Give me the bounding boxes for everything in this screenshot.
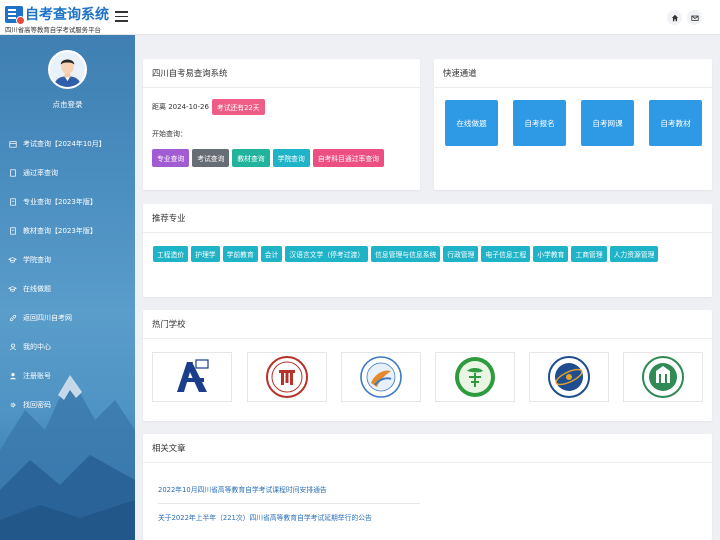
sidebar-item-label: 我的中心 [23,342,51,351]
school-logo-1[interactable] [152,352,232,402]
sidebar-item-forgot-password[interactable]: 找回密码 [0,390,135,419]
article-link[interactable]: 关于2022年上半年（221次）四川省高等教育自学考试延期举行的公告 [158,512,698,522]
related-articles-title: 相关文章 [143,434,712,463]
sidebar-item-online-practice[interactable]: 在线做题 [0,274,135,303]
major-tag[interactable]: 工程造价 [153,246,189,262]
pass-rate-query-button[interactable]: 自考科目通过率查询 [312,149,384,167]
sidebar-nav: 考试查询【2024年10月】 通过率查询 专业查询【2023年版】 教材查询【2… [0,129,135,419]
start-query-label: 开始查询： [152,130,187,138]
sidebar-item-label: 考试查询【2024年10月】 [23,139,106,148]
major-query-button[interactable]: 专业查询 [152,149,190,167]
exam-date-text: 距离 2024-10-26 [152,103,209,111]
recommended-majors-card: 推荐专业 工程造价 护理学 学前教育 会计 汉语言文学（停考过渡） 信息管理与信息系统 行政… [143,204,712,297]
sidebar-item-label: 教材查询【2023年版】 [23,226,97,235]
sidebar-item-register[interactable]: 注册账号 [0,361,135,390]
major-tag[interactable]: 人力资源管理 [609,246,659,262]
exam-query-button[interactable]: 考试查询 [192,149,230,167]
mail-icon[interactable] [687,10,702,25]
site-title: 自考查询系统 [25,7,109,23]
sidebar-item-major-query[interactable]: 专业查询【2023年版】 [0,187,135,216]
divider [158,503,420,504]
sidebar-item-label: 注册账号 [23,371,51,380]
sidebar-item-label: 通过率查询 [23,168,58,177]
site-subtitle: 四川省高等教育自学考试服务平台 [5,26,101,34]
popular-schools-card: 热门学校 [143,310,712,421]
sidebar-item-textbook-query[interactable]: 教材查询【2023年版】 [0,216,135,245]
countdown-badge: 考试还有22天 [211,99,265,115]
document-icon [8,226,17,235]
majors-list: 工程造价 护理学 学前教育 会计 汉语言文学（停考过渡） 信息管理与信息系统 行政管理 电子信… [153,246,713,266]
school-logo-3[interactable] [341,352,421,402]
calendar-icon [8,139,17,148]
major-tag[interactable]: 学前教育 [222,246,258,262]
menu-toggle-icon[interactable] [115,11,128,22]
sidebar-item-return-site[interactable]: 返回四川自考网 [0,303,135,332]
sidebar-item-label: 返回四川自考网 [23,313,72,322]
graduation-cap-icon [8,255,17,264]
school-logo-5[interactable] [529,352,609,402]
sidebar: 点击登录 考试查询【2024年10月】 通过率查询 专业查询【2023年版】 教… [0,35,135,540]
gear-icon [8,400,17,409]
quick-channel-card: 快速通道 在线做题 自考报名 自考网课 自考教材 [434,59,712,190]
quick-channel-title: 快速通道 [434,59,712,88]
sidebar-item-label: 在线做题 [23,284,51,293]
sidebar-item-label: 找回密码 [23,400,51,409]
popular-schools-title: 热门学校 [143,310,712,339]
related-articles-card: 相关文章 2022年10月四川省高等教育自学考试课程时间安排通告 关于2022年… [143,434,712,540]
exam-registration-button[interactable]: 自考报名 [513,100,566,146]
sidebar-item-my-center[interactable]: 我的中心 [0,332,135,361]
major-tag[interactable]: 行政管理 [443,246,479,262]
major-tag[interactable]: 工商管理 [571,246,607,262]
sidebar-item-label: 专业查询【2023年版】 [23,197,97,206]
major-tag[interactable]: 电子信息工程 [481,246,531,262]
textbook-button[interactable]: 自考教材 [649,100,702,146]
college-query-button[interactable]: 学院查询 [272,149,310,167]
document-icon [8,168,17,177]
school-logo-6[interactable] [623,352,703,402]
link-icon [8,313,17,322]
query-card-title: 四川自考易查询系统 [143,59,420,88]
online-practice-button[interactable]: 在线做题 [445,100,498,146]
major-tag[interactable]: 护理学 [191,246,220,262]
school-logo-2[interactable] [247,352,327,402]
logo-icon [5,5,25,25]
online-course-button[interactable]: 自考网课 [581,100,634,146]
avatar[interactable] [48,50,87,89]
major-tag[interactable]: 信息管理与信息系统 [371,246,441,262]
user-icon [8,342,17,351]
major-tag[interactable]: 会计 [260,246,283,262]
sidebar-item-college-query[interactable]: 学院查询 [0,245,135,274]
user-icon [8,371,17,380]
graduation-cap-icon [8,284,17,293]
major-tag[interactable]: 汉语言文学（停考过渡） [285,246,369,262]
home-icon[interactable] [667,10,682,25]
sidebar-item-label: 学院查询 [23,255,51,264]
sidebar-item-pass-rate[interactable]: 通过率查询 [0,158,135,187]
major-tag[interactable]: 小学教育 [533,246,569,262]
textbook-query-button[interactable]: 教材查询 [232,149,270,167]
login-link[interactable]: 点击登录 [0,99,135,110]
top-header: 自考查询系统 四川省高等教育自学考试服务平台 [0,0,720,35]
query-card: 四川自考易查询系统 距离 2024-10-26 考试还有22天 开始查询： 专业… [143,59,420,190]
sidebar-item-exam-query[interactable]: 考试查询【2024年10月】 [0,129,135,158]
document-icon [8,197,17,206]
article-link[interactable]: 2022年10月四川省高等教育自学考试课程时间安排通告 [158,484,698,494]
recommended-majors-title: 推荐专业 [143,204,712,233]
school-logo-4[interactable] [435,352,515,402]
